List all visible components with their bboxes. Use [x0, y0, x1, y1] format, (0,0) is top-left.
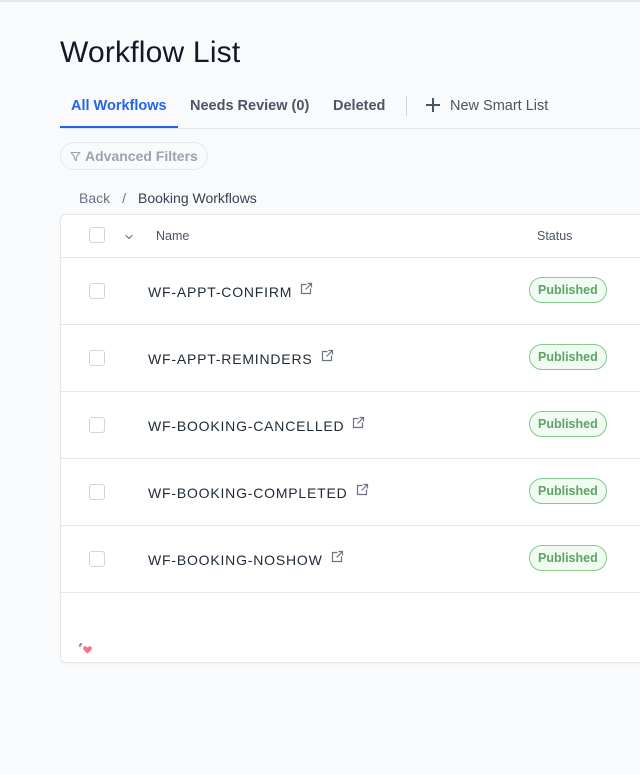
row-checkbox[interactable] [89, 484, 105, 500]
workflow-name-link[interactable]: WF-APPT-CONFIRM [148, 258, 313, 325]
status-badge: Published [529, 344, 607, 370]
workflow-name-link[interactable]: WF-APPT-REMINDERS [148, 325, 334, 392]
tab-all-workflows[interactable]: All Workflows [60, 86, 178, 128]
breadcrumb-separator: / [122, 190, 127, 206]
table-row: WF-APPT-CONFIRM Published [61, 258, 640, 325]
page-title: Workflow List [60, 36, 241, 69]
status-badge: Published [529, 411, 607, 437]
external-link-icon[interactable] [320, 325, 334, 392]
tab-label: All Workflows [71, 98, 167, 114]
status-badge: Published [529, 478, 607, 504]
column-header-status[interactable]: Status [537, 215, 572, 257]
breadcrumb-current: Booking Workflows [138, 190, 257, 206]
workflow-table: Name Status WF-APPT-CONFIRM Published WF… [60, 214, 640, 663]
external-link-icon[interactable] [299, 258, 313, 325]
workflow-name: WF-APPT-REMINDERS [148, 351, 313, 367]
tab-bar: All Workflows Needs Review (0) Deleted N… [60, 86, 640, 129]
tab-label: Needs Review (0) [190, 98, 310, 114]
workflow-name-link[interactable]: WF-BOOKING-COMPLETED [148, 459, 369, 526]
workflow-name: WF-BOOKING-NOSHOW [148, 552, 323, 568]
plus-icon [426, 98, 440, 112]
select-all-checkbox[interactable] [89, 227, 105, 243]
table-row: WF-BOOKING-CANCELLED Published [61, 392, 640, 459]
workflow-name-link[interactable]: WF-BOOKING-NOSHOW [148, 526, 344, 593]
external-link-icon[interactable] [330, 526, 344, 593]
chevron-down-icon[interactable] [124, 229, 134, 247]
advanced-filters-label: Advanced Filters [85, 148, 198, 164]
workflow-name: WF-BOOKING-CANCELLED [148, 418, 345, 434]
table-row: WF-BOOKING-COMPLETED Published [61, 459, 640, 526]
tab-label: Deleted [333, 98, 386, 114]
row-checkbox[interactable] [89, 417, 105, 433]
tab-divider [406, 96, 407, 116]
status-badge: Published [529, 545, 607, 571]
table-header: Name Status [61, 215, 640, 258]
breadcrumb: Back / Booking Workflows [79, 189, 257, 207]
workflow-name: WF-BOOKING-COMPLETED [148, 485, 348, 501]
top-divider [0, 0, 640, 2]
workflow-name-link[interactable]: WF-BOOKING-CANCELLED [148, 392, 365, 459]
table-row: WF-APPT-REMINDERS Published [61, 325, 640, 392]
row-checkbox[interactable] [89, 551, 105, 567]
new-smart-list-button[interactable]: New Smart List [426, 86, 548, 126]
tab-deleted[interactable]: Deleted [333, 86, 385, 126]
status-badge: Published [529, 277, 607, 303]
new-smart-list-label: New Smart List [450, 98, 549, 114]
advanced-filters-button[interactable]: Advanced Filters [60, 142, 208, 170]
external-link-icon[interactable] [351, 392, 365, 459]
heart-logo-icon [79, 642, 93, 660]
table-row: WF-BOOKING-NOSHOW Published [61, 526, 640, 593]
column-header-name[interactable]: Name [156, 215, 189, 257]
filter-icon [70, 144, 81, 170]
workflow-name: WF-APPT-CONFIRM [148, 284, 293, 300]
breadcrumb-back-link[interactable]: Back [79, 190, 110, 206]
row-checkbox[interactable] [89, 350, 105, 366]
tab-needs-review[interactable]: Needs Review (0) [190, 86, 309, 126]
external-link-icon[interactable] [355, 459, 369, 526]
row-checkbox[interactable] [89, 283, 105, 299]
